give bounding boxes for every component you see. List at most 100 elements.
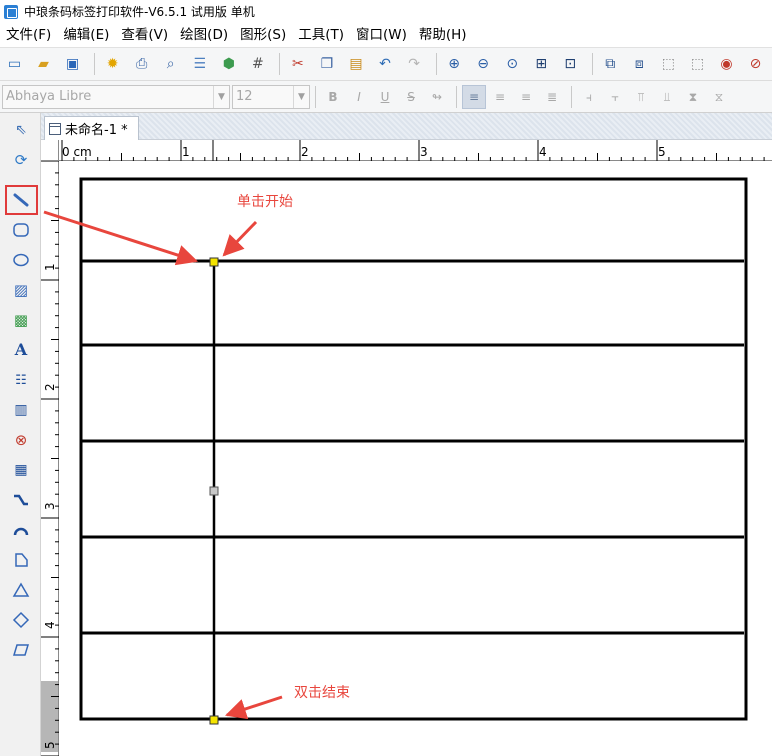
menu-edit[interactable]: 编辑(E) [57, 23, 115, 47]
font-name-select[interactable]: Abhaya Libre ▼ [2, 84, 230, 109]
open-button[interactable]: ▰ [31, 52, 56, 76]
center-vertical-button[interactable]: ⧖ [707, 85, 731, 109]
chevron-down-icon[interactable]: ▼ [213, 85, 229, 108]
copy-button[interactable]: ❐ [314, 52, 339, 76]
print-preview-button[interactable]: ⌕ [158, 52, 183, 76]
horizontal-ruler-ticks: 0 cm 1 2 3 4 5 [61, 140, 765, 161]
save-icon: ▣ [66, 56, 80, 72]
font-size-select[interactable]: 12 ▼ [232, 84, 310, 109]
document-tab-bar: 未命名-1 * [41, 113, 772, 140]
send-back-button[interactable]: ⧈ [627, 52, 652, 76]
arc-icon [13, 527, 29, 536]
zoom-fit-button[interactable]: ⊙ [500, 52, 525, 76]
database-button[interactable]: ☰ [187, 52, 212, 76]
undo-button[interactable]: ↶ [373, 52, 398, 76]
align-objects-right-button[interactable]: ⫟ [603, 85, 627, 109]
cancel-icon: ⊘ [749, 56, 762, 72]
center-vertical-icon: ⧖ [714, 89, 724, 104]
zoom-out-button[interactable]: ⊖ [471, 52, 496, 76]
align-left-button[interactable]: ≡ [462, 84, 486, 109]
justify-button[interactable]: ≣ [540, 85, 564, 109]
center-horizontal-button[interactable]: ⧗ [681, 85, 705, 109]
menu-draw[interactable]: 绘图(D) [174, 23, 234, 47]
menu-window[interactable]: 窗口(W) [350, 23, 413, 47]
paste-button[interactable]: ▤ [343, 52, 368, 76]
data-source-button[interactable]: ⬢ [216, 52, 241, 76]
bring-front-button[interactable]: ⧉ [598, 52, 623, 76]
group-button[interactable]: ⬚ [656, 52, 681, 76]
barcode-icon: ▥ [14, 402, 28, 418]
lock-button[interactable]: ◉ [714, 52, 739, 76]
page-fit-button[interactable]: ⊡ [558, 52, 583, 76]
menu-file[interactable]: 文件(F) [0, 23, 57, 47]
curve-tool-button[interactable] [9, 488, 33, 512]
format-toolbar: Abhaya Libre ▼ 12 ▼ B I U S ↬ ≡ ≡ ≡ ≣ ⫞ … [0, 81, 772, 113]
select-tool-button[interactable]: ⇖ [9, 118, 33, 142]
settings-button[interactable]: ✹ [100, 52, 125, 76]
align-right-icon: ≡ [520, 89, 532, 104]
app-logo-icon [4, 4, 18, 19]
cancel-button[interactable]: ⊘ [743, 52, 768, 76]
send-back-icon: ⧈ [634, 56, 644, 72]
toolbar-separator [591, 53, 593, 75]
redo-button[interactable]: ↷ [402, 52, 427, 76]
qrcode-tool-button[interactable]: ⊗ [9, 428, 33, 452]
parallelogram-tool-button[interactable] [9, 638, 33, 662]
rounded-rect-tool-button[interactable] [9, 218, 33, 242]
actual-size-button[interactable]: ⊞ [529, 52, 554, 76]
rich-text-tool-button[interactable]: ☷ [9, 368, 33, 392]
rotate-tool-button[interactable]: ⟳ [9, 148, 33, 172]
chevron-down-icon[interactable]: ▼ [293, 85, 309, 108]
diamond-tool-button[interactable] [9, 608, 33, 632]
ungroup-button[interactable]: ⬚ [685, 52, 710, 76]
align-center-button[interactable]: ≡ [488, 85, 512, 109]
document-tab[interactable]: 未命名-1 * [44, 116, 139, 140]
save-button[interactable]: ▣ [60, 52, 85, 76]
menu-help[interactable]: 帮助(H) [413, 23, 473, 47]
grid-button[interactable]: # [245, 52, 270, 76]
align-objects-left-button[interactable]: ⫞ [577, 85, 601, 109]
arc-tool-button[interactable] [9, 518, 33, 542]
matrix-code-tool-button[interactable]: ▦ [9, 458, 33, 482]
image-tool-button[interactable]: ▨ [9, 278, 33, 302]
rotate-icon: ⟳ [14, 150, 28, 169]
bold-button[interactable]: B [321, 85, 345, 109]
cut-button[interactable]: ✂ [285, 52, 310, 76]
new-button[interactable]: ▭ [2, 52, 27, 76]
toolbar-separator [571, 85, 572, 108]
ellipse-tool-button[interactable] [9, 248, 33, 272]
document-icon [49, 122, 61, 135]
print-button[interactable]: ⎙ [129, 52, 154, 76]
align-center-icon: ≡ [494, 89, 506, 104]
font-color-button[interactable]: ↬ [425, 85, 449, 109]
line-tool-button[interactable] [9, 188, 33, 212]
text-tool-button[interactable]: A [9, 338, 33, 362]
zoom-in-button[interactable]: ⊕ [442, 52, 467, 76]
design-workspace[interactable]: 0 cm 1 2 3 4 5 1 2 3 4 5 [41, 140, 772, 756]
menu-shape[interactable]: 图形(S) [234, 23, 292, 47]
align-right-button[interactable]: ≡ [514, 85, 538, 109]
undo-icon: ↶ [379, 56, 391, 72]
ruler-label-3: 3 [420, 145, 428, 159]
vruler-label-3: 3 [43, 502, 57, 510]
strikethrough-button[interactable]: S [399, 85, 423, 109]
polygon-tool-button[interactable] [9, 548, 33, 572]
align-objects-bottom-button[interactable]: ⫫ [655, 85, 679, 109]
barcode-tool-button[interactable]: ▥ [9, 398, 33, 422]
text-icon: A [14, 340, 28, 359]
page-fit-icon: ⊡ [564, 56, 577, 72]
italic-button[interactable]: I [347, 85, 371, 109]
align-objects-top-button[interactable]: ⫪ [629, 85, 653, 109]
justify-icon: ≣ [546, 89, 558, 104]
underline-button[interactable]: U [373, 85, 397, 109]
picture-tool-button[interactable]: ▩ [9, 308, 33, 332]
triangle-tool-button[interactable] [9, 578, 33, 602]
menu-tools[interactable]: 工具(T) [292, 23, 350, 47]
redo-icon: ↷ [408, 56, 420, 72]
strikethrough-icon: S [407, 89, 415, 104]
menu-view[interactable]: 查看(V) [115, 23, 174, 47]
align-objects-bottom-icon: ⫫ [663, 89, 671, 104]
line-icon [13, 193, 29, 207]
underline-icon: U [380, 89, 390, 104]
align-objects-right-icon: ⫟ [611, 89, 619, 104]
